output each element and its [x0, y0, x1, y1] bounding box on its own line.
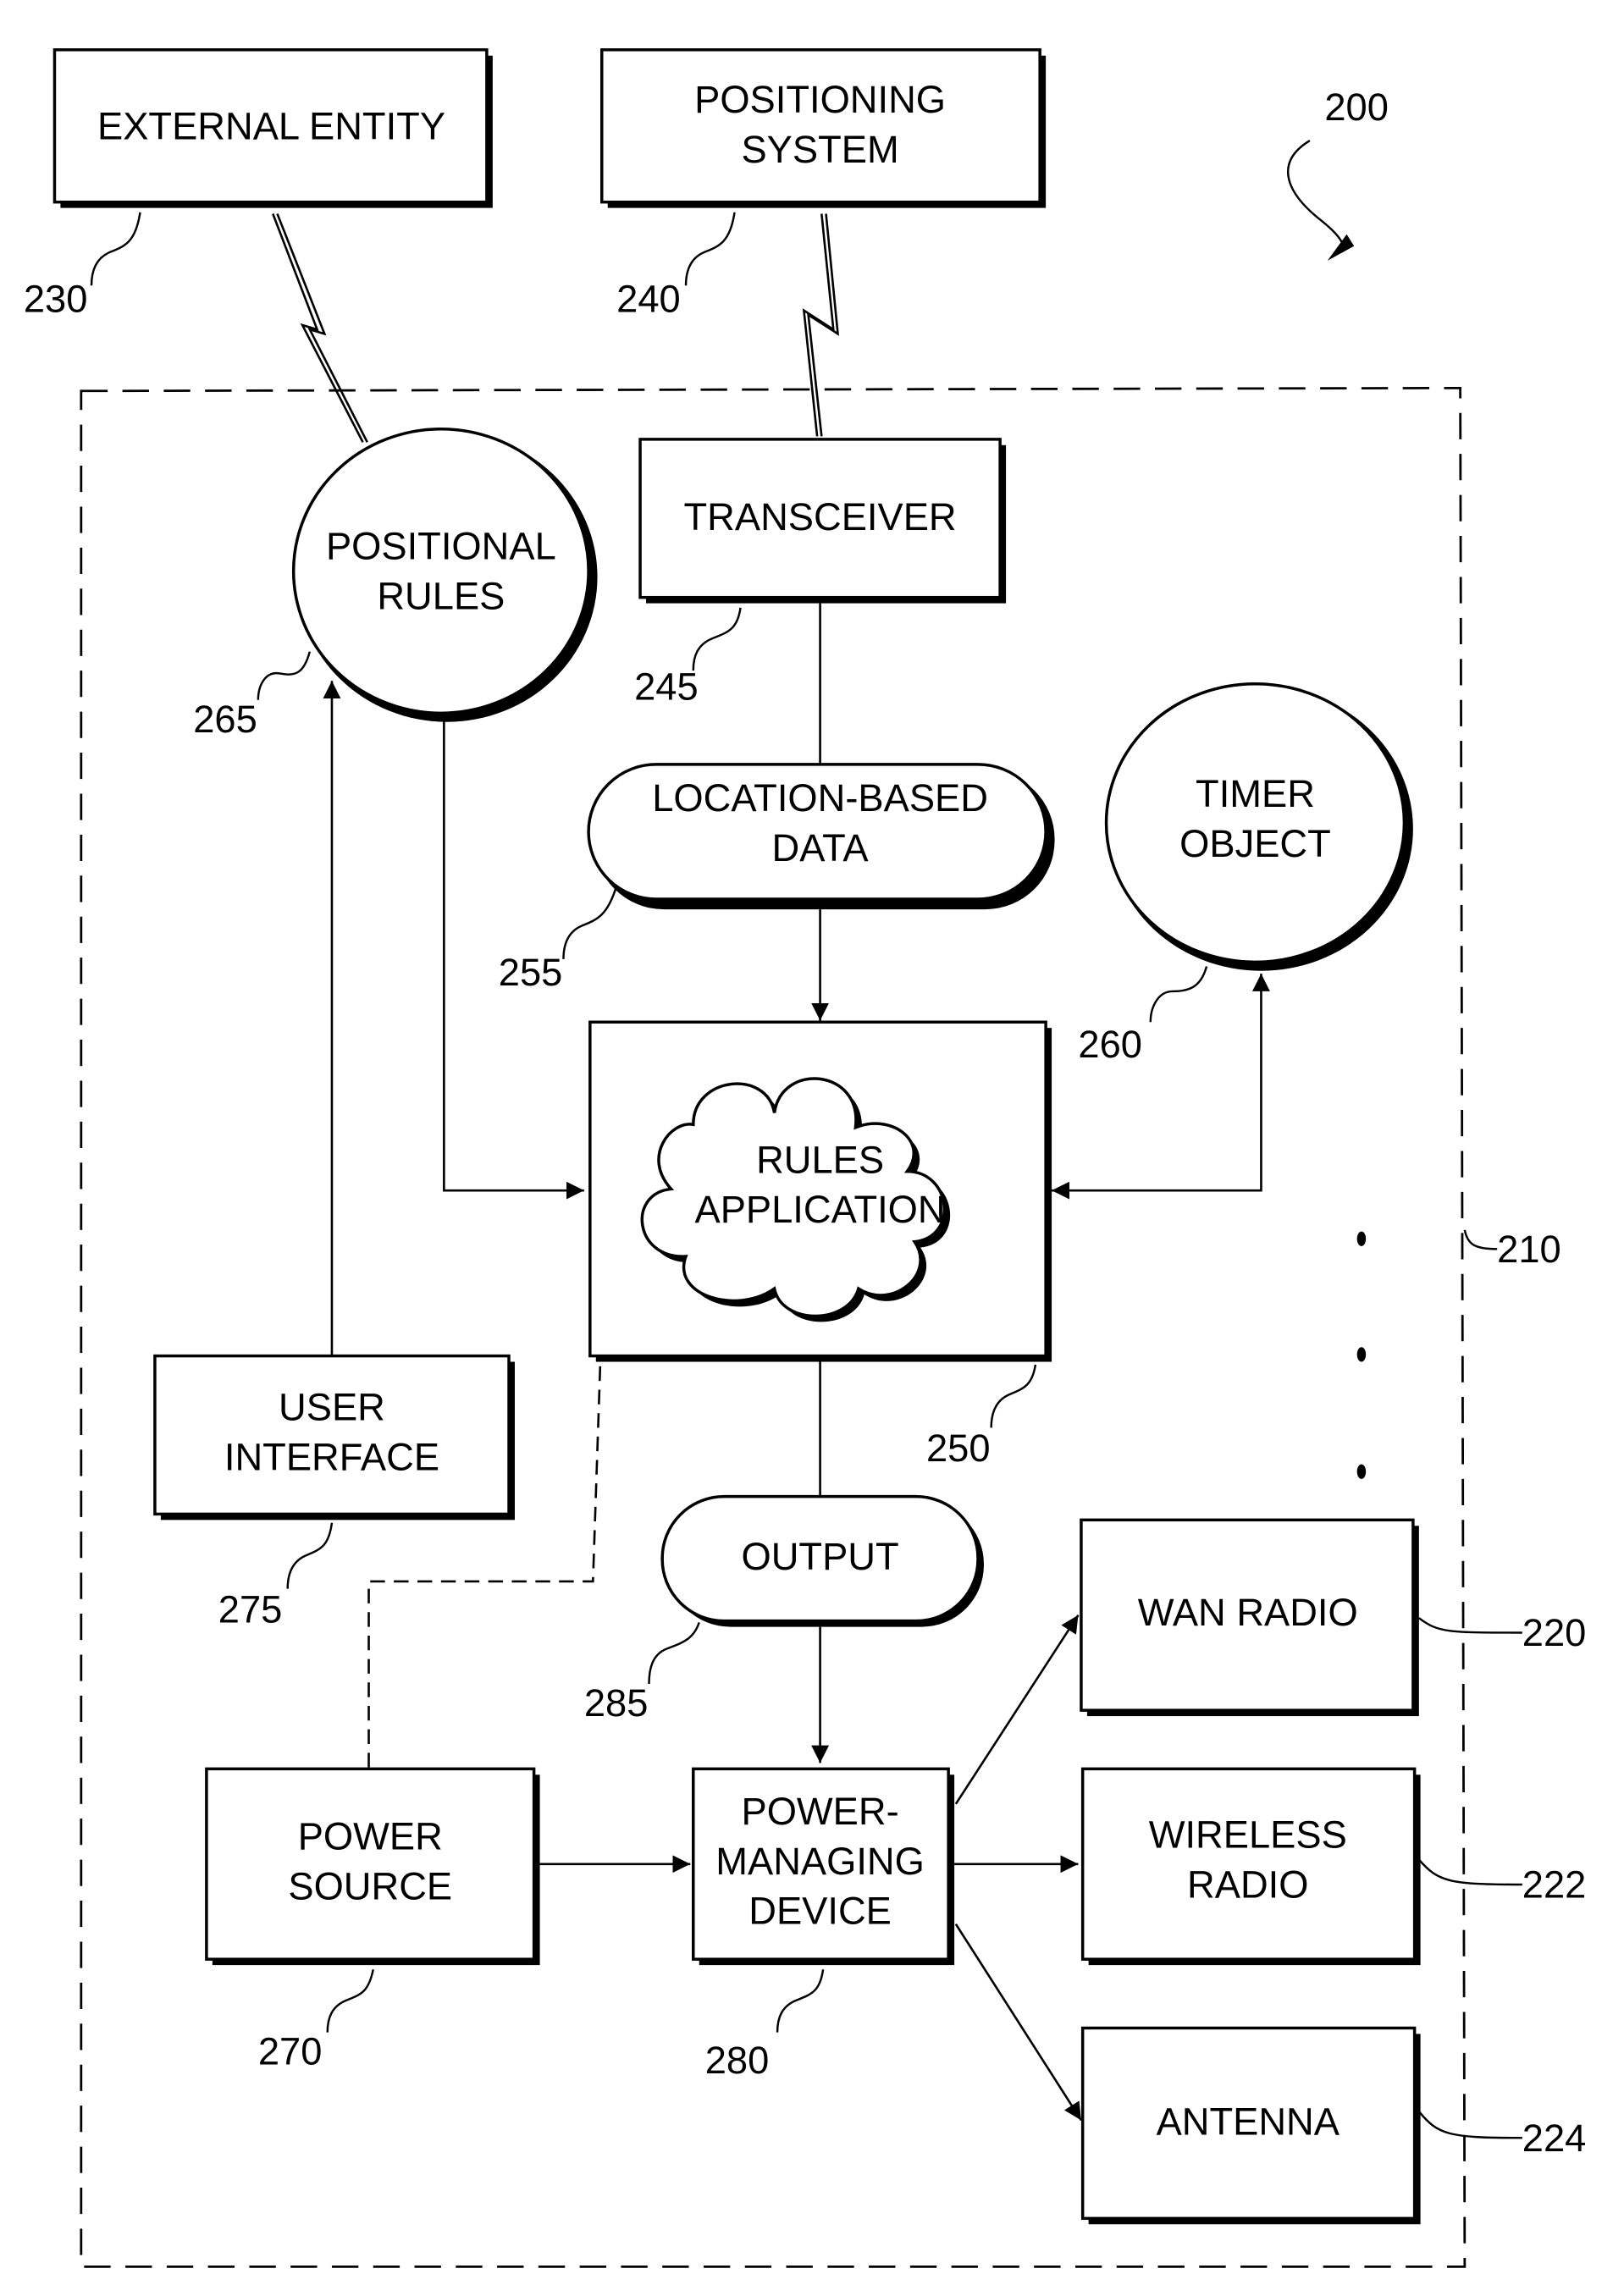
wireless-link-external-inner	[276, 213, 368, 443]
figure-ref-arrow-icon	[1327, 234, 1355, 261]
pmd-ref: 280	[705, 2039, 770, 2082]
rules-application-label-1: RULES	[756, 1139, 884, 1182]
rules-application-ref: 250	[926, 1427, 991, 1470]
wan-radio-ref-leader	[1418, 1617, 1522, 1634]
timer-object-label-2: OBJECT	[1179, 822, 1331, 865]
timer-object-ref: 260	[1078, 1023, 1142, 1066]
output-ref-leader	[648, 1621, 700, 1685]
location-based-data-ref: 255	[499, 951, 563, 994]
location-based-data-ref-leader	[562, 886, 618, 959]
power-managing-device-box: POWER- MANAGING DEVICE	[692, 1767, 955, 1966]
output-node: OUTPUT	[660, 1494, 984, 1627]
power-source-box: POWER SOURCE	[205, 1767, 540, 1966]
ellipsis-dot	[1356, 1464, 1367, 1479]
arrow-pmd-wanradio	[954, 1614, 1080, 1805]
location-based-data-label-2: DATA	[772, 826, 870, 869]
transceiver-box: TRANSCEIVER	[638, 438, 1007, 604]
positioning-system-ref: 240	[616, 278, 681, 321]
positioning-system-box: POSITIONING SYSTEM	[600, 48, 1047, 208]
timer-object-ref-leader	[1149, 966, 1208, 1023]
external-entity-ref-leader	[90, 212, 141, 286]
arrow-timer-rulesapp	[1052, 974, 1270, 1200]
antenna-ref-leader	[1417, 2111, 1522, 2139]
positioning-system-ref-leader	[684, 212, 736, 286]
wireless-radio-ref: 222	[1522, 1863, 1587, 1907]
positional-rules-label-1: POSITIONAL	[326, 525, 556, 568]
user-interface-ref: 275	[218, 1588, 283, 1631]
pmd-label-2: MANAGING	[715, 1840, 925, 1883]
positional-rules-label-2: RULES	[377, 575, 505, 618]
transceiver-label: TRANSCEIVER	[684, 495, 957, 538]
wireless-radio-box: WIRELESS RADIO	[1080, 1767, 1421, 1966]
pmd-ref-leader	[776, 1969, 825, 2033]
external-entity-label: EXTERNAL ENTITY	[97, 104, 445, 147]
block-diagram: 200 210 EXTERNAL ENTITY 230 POSITIONING …	[24, 48, 1587, 2268]
user-interface-label-1: USER	[279, 1386, 385, 1429]
antenna-box: ANTENNA	[1080, 2026, 1421, 2225]
figure-ref-label: 200	[1324, 86, 1389, 129]
wan-radio-box: WAN RADIO	[1080, 1518, 1419, 1717]
positioning-system-label-1: POSITIONING	[694, 78, 946, 121]
power-source-label-2: SOURCE	[288, 1864, 452, 1907]
wireless-radio-ref-leader	[1417, 1858, 1522, 1886]
antenna-ref: 224	[1522, 2117, 1587, 2160]
positional-rules-circle: POSITIONAL RULES	[291, 428, 598, 722]
location-based-data-label-1: LOCATION-BASED	[652, 776, 988, 820]
positional-rules-ref: 265	[193, 698, 257, 741]
rules-application-ref-leader	[990, 1364, 1037, 1428]
user-interface-box: USER INTERFACE	[153, 1354, 515, 1521]
timer-object-label-1: TIMER	[1196, 772, 1315, 815]
wireless-radio-label-1: WIRELESS	[1149, 1813, 1347, 1857]
pmd-label-1: POWER-	[741, 1790, 898, 1833]
transceiver-ref: 245	[634, 665, 699, 709]
external-entity-box: EXTERNAL ENTITY	[52, 48, 493, 208]
power-source-ref: 270	[258, 2030, 323, 2073]
rules-application-label-2: APPLICATION	[695, 1188, 946, 1231]
external-entity-ref: 230	[24, 278, 88, 321]
positioning-system-label-2: SYSTEM	[741, 128, 898, 171]
container-ref-label: 210	[1497, 1228, 1561, 1271]
power-source-ref-leader	[326, 1969, 374, 2033]
ellipsis-dot	[1356, 1347, 1367, 1362]
power-source-label-1: POWER	[298, 1815, 443, 1858]
arrow-pmd-antenna	[954, 1923, 1083, 2122]
wan-radio-label: WAN RADIO	[1138, 1591, 1358, 1634]
location-based-data-node: LOCATION-BASED DATA	[587, 763, 1055, 910]
transceiver-ref-leader	[692, 607, 742, 671]
output-label: OUTPUT	[741, 1535, 898, 1578]
pmd-label-3: DEVICE	[748, 1890, 892, 1933]
antenna-label: ANTENNA	[1157, 2100, 1340, 2144]
wireless-radio-label-2: RADIO	[1187, 1863, 1308, 1907]
positional-rules-ref-leader	[257, 651, 312, 700]
user-interface-label-2: INTERFACE	[224, 1436, 439, 1479]
timer-object-circle: TIMER OBJECT	[1104, 682, 1413, 971]
user-interface-ref-leader	[286, 1522, 334, 1589]
figure-ref-leader	[1287, 140, 1345, 253]
container-ref-leader	[1463, 1229, 1498, 1250]
rules-application-box: RULES APPLICATION	[588, 1020, 1052, 1362]
ellipsis-dot	[1356, 1231, 1367, 1246]
wan-radio-ref: 220	[1522, 1611, 1587, 1654]
output-ref: 285	[584, 1681, 649, 1725]
